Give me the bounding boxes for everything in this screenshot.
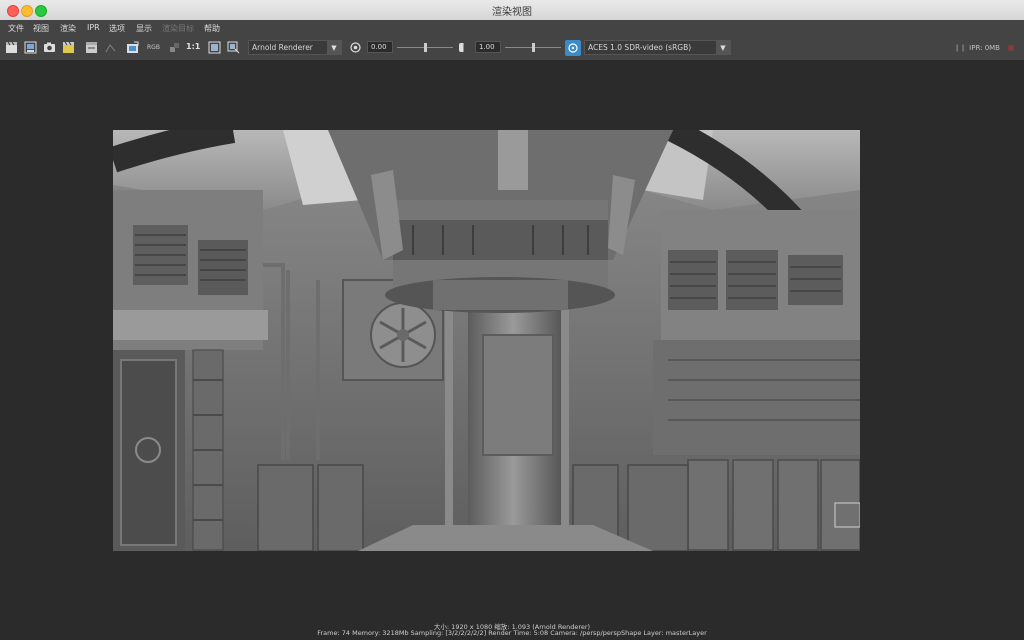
menu-display[interactable]: 显示 bbox=[136, 23, 152, 34]
render-clapboard-icon[interactable] bbox=[5, 41, 18, 54]
gamma-icon[interactable] bbox=[457, 41, 470, 54]
gamma-field[interactable]: 1.00 bbox=[475, 41, 501, 53]
menu-render-target: 渲染目标 bbox=[162, 24, 194, 33]
exposure-slider[interactable] bbox=[397, 43, 453, 52]
redo-render-icon[interactable] bbox=[85, 41, 98, 54]
frame-image-icon[interactable] bbox=[208, 41, 221, 54]
remove-image-icon[interactable] bbox=[168, 41, 181, 54]
menu-view[interactable]: 视图 bbox=[33, 23, 49, 34]
menu-render[interactable]: 渲染 bbox=[60, 23, 76, 34]
render-view-window: 渲染视图 文件 视图 渲染 IPR 选项 显示 渲染目标 帮助 RGB 1:1 … bbox=[0, 0, 1024, 640]
frame-region-icon[interactable] bbox=[227, 41, 240, 54]
ipr-memory-label: IPR: 0MB bbox=[969, 44, 1000, 52]
snapshot-icon[interactable] bbox=[43, 41, 56, 54]
rgb-channels-icon[interactable]: RGB bbox=[147, 44, 163, 57]
gamma-slider-handle[interactable] bbox=[532, 43, 535, 52]
exposure-slider-handle[interactable] bbox=[424, 43, 427, 52]
color-management-icon[interactable] bbox=[565, 40, 581, 56]
exposure-field[interactable]: 0.00 bbox=[367, 41, 393, 53]
real-size-icon[interactable]: 1:1 bbox=[186, 42, 202, 55]
menu-help[interactable]: 帮助 bbox=[204, 23, 220, 34]
chevron-down-icon: ▼ bbox=[327, 41, 341, 54]
colorspace-dropdown[interactable]: ACES 1.0 SDR-video (sRGB) ▼ bbox=[584, 40, 731, 55]
ipr-stop-icon[interactable] bbox=[1008, 45, 1014, 51]
window-title: 渲染视图 bbox=[492, 7, 532, 18]
chevron-down-icon: ▼ bbox=[716, 41, 730, 54]
menu-file[interactable]: 文件 bbox=[8, 23, 24, 34]
keep-image-icon[interactable] bbox=[126, 41, 139, 54]
render-region-icon[interactable] bbox=[24, 41, 37, 54]
render-viewport[interactable] bbox=[0, 61, 1024, 617]
exposure-icon[interactable] bbox=[349, 41, 362, 54]
menu-bar: 文件 视图 渲染 IPR 选项 显示 渲染目标 帮助 bbox=[0, 20, 1024, 38]
ipr-render-icon[interactable] bbox=[62, 41, 75, 54]
status-render-info: Frame: 74 Memory: 3218Mb Sampling: [3/2/… bbox=[317, 629, 707, 637]
ipr-pause-icon[interactable]: ❙❙ bbox=[954, 44, 966, 52]
menu-ipr[interactable]: IPR bbox=[87, 23, 100, 32]
rendered-image bbox=[113, 130, 860, 551]
menu-options[interactable]: 选项 bbox=[109, 23, 125, 34]
colorspace-dropdown-value: ACES 1.0 SDR-video (sRGB) bbox=[588, 43, 692, 52]
renderer-dropdown[interactable]: Arnold Renderer ▼ bbox=[248, 40, 342, 55]
title-bar: 渲染视图 bbox=[0, 0, 1024, 21]
renderer-dropdown-value: Arnold Renderer bbox=[252, 43, 313, 52]
toolbar: RGB 1:1 Arnold Renderer ▼ 0.00 1.00 ACES… bbox=[0, 38, 1024, 61]
gamma-slider[interactable] bbox=[505, 43, 561, 52]
render-region-dim-icon bbox=[104, 41, 117, 54]
